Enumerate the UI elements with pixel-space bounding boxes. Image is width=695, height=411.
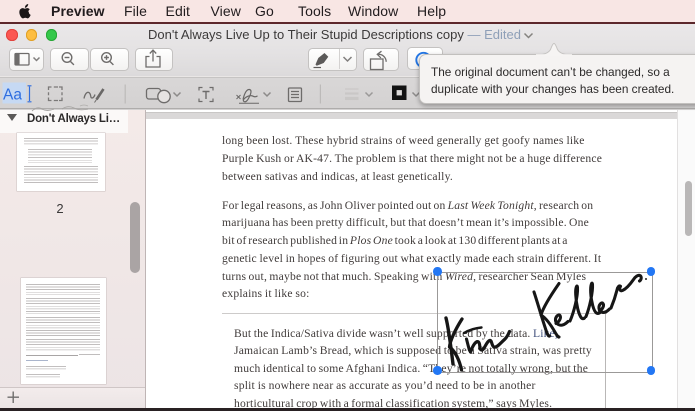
svg-text:Aa: Aa [3,87,22,104]
